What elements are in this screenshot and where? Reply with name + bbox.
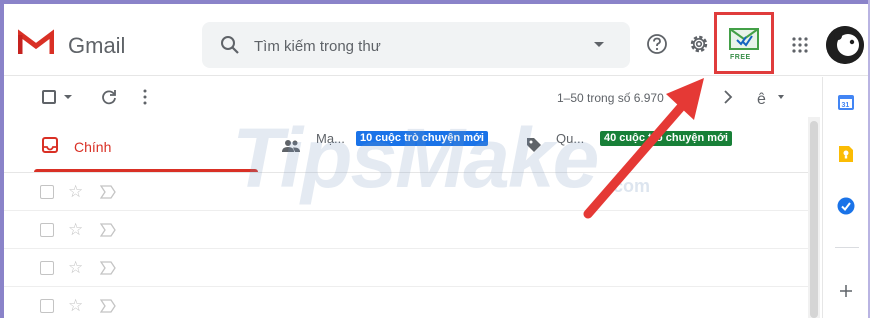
important-icon[interactable] <box>100 261 116 275</box>
search-input[interactable] <box>254 35 574 57</box>
star-icon[interactable]: ☆ <box>68 220 83 240</box>
select-all-checkbox[interactable] <box>42 90 56 104</box>
search-bar[interactable] <box>202 22 630 68</box>
apps-grid-icon[interactable] <box>791 36 809 54</box>
row-checkbox[interactable] <box>40 185 54 199</box>
row-checkbox[interactable] <box>40 261 54 275</box>
plus-icon[interactable] <box>840 285 852 297</box>
gmail-logo-icon[interactable] <box>18 28 54 56</box>
svg-text:ê: ê <box>757 91 766 107</box>
important-icon[interactable] <box>100 299 116 313</box>
watermark: TipsMake <box>232 111 599 205</box>
app-name: Gmail <box>68 33 126 58</box>
scrollbar-thumb[interactable] <box>810 121 818 318</box>
calendar-icon[interactable]: 31 <box>837 93 855 111</box>
app-header: Gmail FREE <box>4 4 868 76</box>
inbox-icon <box>42 137 58 153</box>
avatar[interactable] <box>826 26 864 64</box>
side-panel: 31 <box>822 77 868 318</box>
settings-icon[interactable] <box>688 33 710 55</box>
help-icon[interactable] <box>646 33 668 55</box>
annotation-arrow <box>583 78 704 219</box>
side-panel-divider <box>835 247 859 248</box>
star-icon[interactable]: ☆ <box>68 258 83 278</box>
more-vert-icon[interactable] <box>142 88 148 106</box>
tab-primary[interactable]: Chính <box>4 117 262 173</box>
refresh-icon[interactable] <box>100 88 118 106</box>
row-checkbox[interactable] <box>40 223 54 237</box>
search-options-icon[interactable] <box>594 42 604 47</box>
important-icon[interactable] <box>100 185 116 199</box>
star-icon[interactable]: ☆ <box>68 296 83 316</box>
star-icon[interactable]: ☆ <box>68 182 83 202</box>
tab-primary-label: Chính <box>74 139 112 155</box>
row-checkbox[interactable] <box>40 299 54 313</box>
tab-active-indicator <box>34 169 258 172</box>
keep-icon[interactable] <box>838 145 854 163</box>
important-icon[interactable] <box>100 223 116 237</box>
addon-free-label: FREE <box>730 54 751 61</box>
select-dropdown-icon[interactable] <box>64 95 72 99</box>
input-tools-icon[interactable]: ê <box>756 87 770 107</box>
list-item[interactable]: ☆ <box>4 249 808 287</box>
list-item[interactable]: ☆ <box>4 287 808 318</box>
search-icon[interactable] <box>220 35 240 55</box>
svg-text:31: 31 <box>842 102 850 109</box>
input-tools-dropdown-icon[interactable] <box>778 95 784 99</box>
tasks-icon[interactable] <box>837 197 855 215</box>
scrollbar[interactable] <box>808 117 820 318</box>
